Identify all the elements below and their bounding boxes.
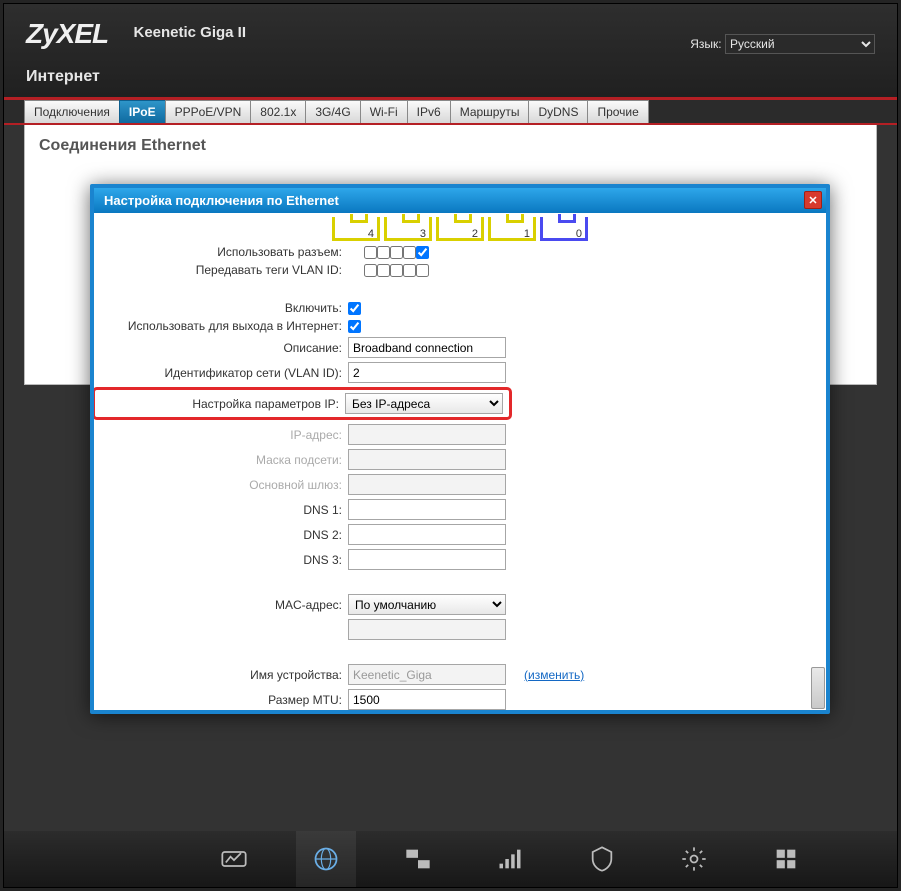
modal-title-text: Настройка подключения по Ethernet [104,193,339,208]
tab-ipv6[interactable]: IPv6 [407,100,451,123]
close-icon[interactable] [804,191,822,209]
mask-input [348,449,506,470]
pass-vlan-2[interactable] [390,264,403,277]
enable-label: Включить: [102,301,348,315]
ip-settings-highlight: Настройка параметров IP: Без IP-адреса [94,387,512,420]
use-connector-2[interactable] [390,246,403,259]
vlan-id-label: Идентификатор сети (VLAN ID): [102,366,348,380]
dock-network-icon[interactable] [388,831,448,887]
pass-vlan-4[interactable] [364,264,377,277]
dns2-input[interactable] [348,524,506,545]
language-select[interactable]: Русский [725,34,875,54]
bottom-toolbar [4,831,897,887]
brand-logo: ZyXEL [26,18,108,50]
use-internet-checkbox[interactable] [348,320,361,333]
tab-bar: Подключения IPoE PPPoE/VPN 802.1x 3G/4G … [4,100,897,125]
mtu-label: Размер MTU: [102,693,348,707]
enable-checkbox[interactable] [348,302,361,315]
pass-vlan-label: Передавать теги VLAN ID: [102,263,348,277]
ip-address-input [348,424,506,445]
section-title: Интернет [26,68,877,86]
port-diagram: 4 3 2 1 0 [102,217,818,241]
use-connector-4[interactable] [364,246,377,259]
tab-pppoe-vpn[interactable]: PPPoE/VPN [165,100,252,123]
dock-wifi-icon[interactable] [480,831,540,887]
ip-settings-select[interactable]: Без IP-адреса [345,393,503,414]
ethernet-config-modal: Настройка подключения по Ethernet 4 3 2 … [90,184,830,714]
mac-select[interactable]: По умолчанию [348,594,506,615]
port-0: 0 [540,217,588,241]
gateway-input [348,474,506,495]
mac-input [348,619,506,640]
modal-title-bar: Настройка подключения по Ethernet [94,188,826,213]
dns3-input[interactable] [348,549,506,570]
tab-dydns[interactable]: DyDNS [528,100,588,123]
dock-settings-icon[interactable] [664,831,724,887]
tab-8021x[interactable]: 802.1x [250,100,306,123]
use-internet-label: Использовать для выхода в Интернет: [102,319,348,333]
ip-address-label: IP-адрес: [102,428,348,442]
tab-other[interactable]: Прочие [587,100,648,123]
vlan-id-input[interactable] [348,362,506,383]
device-name-input [348,664,506,685]
product-name: Keenetic Giga II [133,24,246,45]
use-connector-0[interactable] [416,246,429,259]
language-label: Язык: [690,37,721,51]
mtu-input[interactable] [348,689,506,710]
pass-vlan-1[interactable] [403,264,416,277]
use-connector-label: Использовать разъем: [102,245,348,259]
pass-vlan-3[interactable] [377,264,390,277]
pass-vlan-0[interactable] [416,264,429,277]
description-label: Описание: [102,341,348,355]
language-selector: Язык: Русский [690,34,875,54]
dns2-label: DNS 2: [102,528,348,542]
tab-ipoe[interactable]: IPoE [119,100,166,123]
scrollbar-thumb[interactable] [811,667,825,709]
dock-apps-icon[interactable] [756,831,816,887]
mask-label: Маска подсети: [102,453,348,467]
dns1-label: DNS 1: [102,503,348,517]
gateway-label: Основной шлюз: [102,478,348,492]
dock-dashboard-icon[interactable] [204,831,264,887]
panel-title: Соединения Ethernet [39,137,862,155]
port-4: 4 [332,217,380,241]
port-3: 3 [384,217,432,241]
dock-security-icon[interactable] [572,831,632,887]
tab-routes[interactable]: Маршруты [450,100,530,123]
mac-label: MAC-адрес: [102,598,348,612]
change-device-name-link[interactable]: (изменить) [524,668,584,682]
dns3-label: DNS 3: [102,553,348,567]
device-name-label: Имя устройства: [102,668,348,682]
tab-3g4g[interactable]: 3G/4G [305,100,360,123]
tab-wifi[interactable]: Wi-Fi [360,100,408,123]
port-2: 2 [436,217,484,241]
dock-internet-icon[interactable] [296,831,356,887]
port-1: 1 [488,217,536,241]
use-connector-3[interactable] [377,246,390,259]
dns1-input[interactable] [348,499,506,520]
tab-connections[interactable]: Подключения [24,100,120,123]
use-connector-1[interactable] [403,246,416,259]
ip-settings-label: Настройка параметров IP: [101,397,345,411]
description-input[interactable] [348,337,506,358]
